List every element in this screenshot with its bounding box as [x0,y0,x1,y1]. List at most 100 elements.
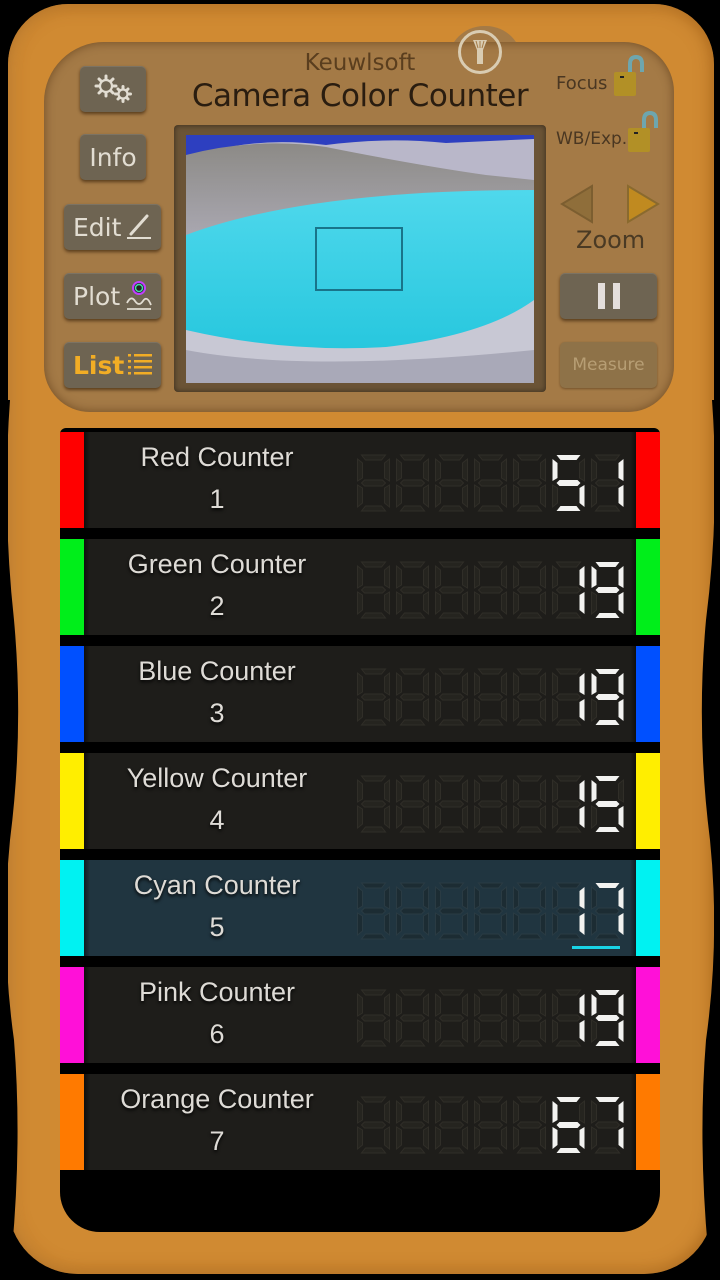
camera-preview[interactable] [186,135,534,383]
list-label: List [73,350,125,380]
focus-lock-icon[interactable] [612,54,648,98]
zoom-label: Zoom [576,226,646,254]
counter-row[interactable]: Green Counter 2 [60,539,660,635]
counter-color-bar-left [60,432,90,528]
counter-color-bar-right [630,1074,660,1170]
lit-digit [552,561,585,619]
pencil-icon [127,214,151,239]
counter-color-bar-right [630,967,660,1063]
unlit-digit [357,989,390,1047]
zoom-in-arrow-icon[interactable] [626,184,660,224]
unlit-digit [513,668,546,726]
lit-digit [591,990,624,1046]
counter-value-display [357,668,624,726]
edit-label: Edit [73,212,122,242]
counter-row[interactable]: Red Counter 1 [60,432,660,528]
unlit-digit [396,882,429,940]
unlit-digit [396,561,429,619]
unlit-digit [357,454,390,512]
unlit-digit [435,882,468,940]
unlit-digit [357,668,390,726]
counter-index: 4 [209,805,225,835]
plot-button[interactable]: Plot [64,273,161,319]
counter-value-display [357,561,624,619]
unlit-digit [513,1096,546,1154]
unlit-digit [435,454,468,512]
counter-color-bar-left [60,753,90,849]
lit-digit [552,455,585,511]
counter-name: Cyan Counter [133,870,301,900]
counter-row[interactable]: Cyan Counter 5 [60,860,660,956]
pause-icon [597,283,620,309]
gears-icon [94,74,132,103]
counter-color-bar-right [630,860,660,956]
unlit-digit [396,775,429,833]
unlit-digit [396,1096,429,1154]
unlit-digit [474,454,507,512]
unlit-digit [513,561,546,619]
frame-edge-right [701,400,720,1250]
counter-row[interactable]: Yellow Counter 4 [60,753,660,849]
unlit-digit [435,561,468,619]
counter-name: Pink Counter [138,977,296,1007]
color-plot-icon [126,281,152,310]
focus-label: Focus [556,73,608,94]
info-button[interactable]: Info [80,134,146,180]
lit-digit [552,1097,585,1153]
info-label: Info [89,142,137,172]
lit-digit [591,776,624,832]
counter-row[interactable]: Blue Counter 3 [60,646,660,742]
unlit-digit [513,882,546,940]
unlit-digit [396,668,429,726]
lit-digit [591,1097,624,1154]
counter-list: Red Counter 1 Green Counter 2 Blue Counter 3 Y… [60,428,660,1232]
lit-digit [591,562,624,618]
counter-color-bar-left [60,860,90,956]
edit-cursor-underline [572,946,620,949]
wb-lock-icon[interactable] [626,110,662,154]
counter-color-bar-right [630,646,660,742]
counter-index: 3 [209,698,225,728]
lit-digit [552,668,585,726]
measure-region[interactable] [315,227,403,291]
list-button[interactable]: List [64,342,161,388]
measure-button[interactable]: Measure [560,342,657,388]
pause-button[interactable] [560,273,657,319]
edit-button[interactable]: Edit [64,204,161,250]
counter-value-display [357,989,624,1047]
counter-row[interactable]: Orange Counter 7 [60,1074,660,1170]
unlit-digit [357,882,390,940]
unlit-digit [357,561,390,619]
wb-exp-label: WB/Exp. [556,129,628,149]
lit-digit [591,883,624,940]
counter-index: 6 [209,1019,225,1049]
unlit-digit [396,989,429,1047]
unlit-digit [396,454,429,512]
counter-color-bar-left [60,1074,90,1170]
unlit-digit [513,989,546,1047]
lit-digit [552,775,585,833]
frame-edge-left [0,400,19,1250]
unlit-digit [513,775,546,833]
counter-index: 7 [209,1126,225,1156]
counter-value-display [357,454,624,512]
measure-label: Measure [572,355,645,375]
unlit-digit [474,989,507,1047]
counter-name: Yellow Counter [126,763,308,793]
counter-color-bar-left [60,539,90,635]
counter-row[interactable]: Pink Counter 6 [60,967,660,1063]
settings-button[interactable] [80,66,146,112]
lit-digit [591,454,624,512]
counter-color-bar-left [60,646,90,742]
unlit-digit [435,989,468,1047]
counter-index: 1 [209,484,225,514]
unlit-digit [474,1096,507,1154]
counter-index: 2 [209,591,225,621]
zoom-out-arrow-icon[interactable] [560,184,594,224]
counter-color-bar-right [630,539,660,635]
unlit-digit [435,1096,468,1154]
unlit-digit [513,454,546,512]
unlit-digit [357,775,390,833]
unlit-digit [474,775,507,833]
unlit-digit [357,1096,390,1154]
